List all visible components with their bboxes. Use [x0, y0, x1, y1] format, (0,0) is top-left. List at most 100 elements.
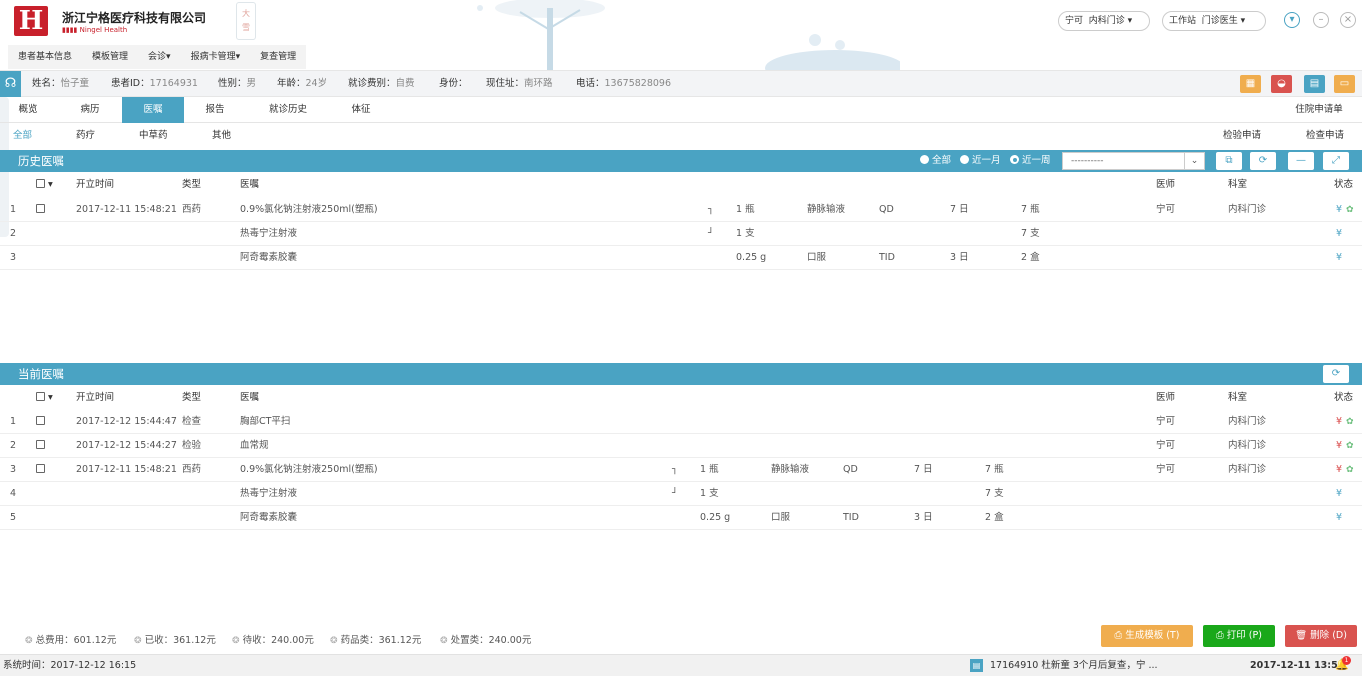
fee-status-icon: ¥ [1336, 228, 1343, 239]
period-select[interactable]: ---------- ⌄ [1062, 152, 1205, 170]
fee-status-icon: ¥ [1336, 252, 1343, 263]
order-name: 0.9%氯化钠注射液250ml(塑瓶) [240, 464, 378, 475]
order-frequency: TID [879, 252, 895, 263]
nav-template-manage[interactable]: 模板管理 [82, 45, 138, 69]
patient-info-bar: ☊ 姓名：怡子童 患者ID：17164931 性别：男 年龄：24岁 就诊费别：… [0, 70, 1362, 97]
tab-medical-record[interactable]: 病历 [71, 97, 109, 123]
minimize-icon[interactable]: – [1313, 12, 1329, 28]
radio-all[interactable]: 全部 [920, 150, 951, 172]
print-button[interactable]: ⎙ 打印 (P) [1203, 625, 1275, 647]
select-all-checkbox[interactable]: ▾ [36, 386, 53, 410]
order-dose: 0.25 g [700, 512, 731, 523]
printer-icon: ⎙ [1216, 630, 1224, 641]
delete-button[interactable]: 🗑 删除 (D) [1285, 625, 1357, 647]
radio-last-week[interactable]: 近一周 [1010, 150, 1051, 172]
refresh-icon[interactable]: ⟳ [1323, 365, 1349, 383]
row-checkbox[interactable] [36, 434, 45, 458]
calendar-icon[interactable]: ▦ [1240, 75, 1261, 93]
filter-medication[interactable]: 药疗 [76, 124, 95, 148]
nav-consultation[interactable]: 会诊▾ [138, 45, 181, 69]
patient-icon[interactable]: ☊ [0, 71, 21, 97]
table-row[interactable]: 2 热毒宁注射液 ┘ 1 支 7 支 ¥ [0, 222, 1362, 246]
company-subtitle: ▮▮▮▮ Ningel Health [62, 26, 128, 34]
table-row[interactable]: 5 阿奇霉素胶囊 0.25 g 口服 TID 3 日 2 盒 ¥ [0, 506, 1362, 530]
order-type: 检验 [182, 440, 202, 451]
expand-icon[interactable]: ⤢ [1323, 152, 1349, 170]
order-time: 2017-12-12 15:44:27 [76, 440, 177, 451]
table-row[interactable]: 1 2017-12-11 15:48:21 西药 0.9%氯化钠注射液250ml(塑瓶… [0, 198, 1362, 222]
tab-vitals[interactable]: 体征 [343, 97, 379, 123]
sign-status-icon: ✿ [1346, 205, 1354, 215]
generate-template-button[interactable]: ⎙ 生成模板 (T) [1101, 625, 1193, 647]
folder-icon[interactable]: ▭ [1334, 75, 1355, 93]
order-frequency: QD [843, 464, 858, 475]
order-doctor: 宁可 [1156, 204, 1176, 215]
order-name: 胸部CT平扫 [240, 416, 291, 427]
filter-herbal[interactable]: 中草药 [139, 124, 168, 148]
order-type: 西药 [182, 464, 202, 475]
close-icon[interactable]: × [1340, 12, 1356, 28]
coin-icon: ❂ [25, 636, 33, 646]
nav-patient-info[interactable]: 患者基本信息 [8, 45, 82, 69]
order-total: 7 瓶 [1021, 204, 1040, 215]
lab-request-link[interactable]: 检验申请 [1223, 124, 1261, 148]
fee-status-icon: ¥ [1336, 512, 1343, 523]
message-icon[interactable]: ▤ [970, 659, 983, 672]
table-row[interactable]: 2 2017-12-12 15:44:27 检验 血常规 宁可 内科门诊 ¥ ✿ [0, 434, 1362, 458]
filter-other[interactable]: 其他 [212, 124, 231, 148]
copy-icon[interactable]: ⧉ [1216, 152, 1242, 170]
order-department: 内科门诊 [1228, 204, 1267, 215]
order-name: 阿奇霉素胶囊 [240, 512, 298, 523]
order-time: 2017-12-11 15:48:21 [76, 204, 177, 215]
order-type: 检查 [182, 416, 202, 427]
tab-orders[interactable]: 医嘱 [122, 97, 184, 123]
table-row[interactable]: 4 热毒宁注射液 ┘ 1 支 7 支 ¥ [0, 482, 1362, 506]
row-checkbox[interactable] [36, 410, 45, 434]
order-department: 内科门诊 [1228, 464, 1267, 475]
history-table-header: ▾ 开立时间 类型 医嘱 医师 科室 状态 [0, 173, 1362, 197]
fee-treatment: ❂ 处置类：240.00元 [440, 635, 532, 646]
review-notice[interactable]: 17164910 杜新童 3个月后复查，宁 ... [990, 655, 1158, 676]
patient-id: 患者ID：17164931 [111, 78, 198, 89]
radio-last-month[interactable]: 近一月 [960, 150, 1001, 172]
order-total: 2 盒 [985, 512, 1004, 523]
row-number: 1 [10, 204, 17, 215]
refresh-icon[interactable]: ⟳ [1250, 152, 1276, 170]
menu-down-icon[interactable]: ▾ [1284, 12, 1300, 28]
exam-request-link[interactable]: 检查申请 [1306, 124, 1344, 148]
row-checkbox[interactable] [36, 458, 45, 482]
tab-overview[interactable]: 概览 [9, 97, 47, 123]
nav-review-manage[interactable]: 复查管理 [250, 45, 306, 69]
current-orders-title: 当前医嘱 [18, 367, 64, 381]
filter-all[interactable]: 全部 [13, 124, 32, 148]
record-icon[interactable]: ▤ [1304, 75, 1325, 93]
main-tabs: 概览 病历 医嘱 报告 就诊历史 体征 住院申请单 [0, 97, 1362, 123]
collapse-icon[interactable]: — [1288, 152, 1314, 170]
nav-report-card[interactable]: 报病卡管理▾ [181, 45, 251, 69]
order-days: 3 日 [950, 252, 969, 263]
patient-phone: 电话：13675828096 [576, 78, 672, 89]
inpatient-request-link[interactable]: 住院申请单 [1286, 97, 1352, 123]
row-number: 5 [10, 512, 17, 523]
patient-fee-type: 就诊费别：自费 [348, 78, 415, 89]
order-filter-tabs: 全部 药疗 中草药 其他 检验申请 检查申请 [0, 124, 1362, 148]
order-department: 内科门诊 [1228, 416, 1267, 427]
select-all-checkbox[interactable]: ▾ [36, 173, 53, 197]
workstation-dropdown[interactable]: 工作站 门诊医生 ▾ [1162, 11, 1266, 31]
tab-report[interactable]: 报告 [196, 97, 234, 123]
order-name: 热毒宁注射液 [240, 228, 298, 239]
user-dept-dropdown[interactable]: 宁可 内科门诊 ▾ [1058, 11, 1150, 31]
order-dose: 1 瓶 [736, 204, 755, 215]
table-row[interactable]: 3 阿奇霉素胶囊 0.25 g 口服 TID 3 日 2 盒 ¥ [0, 246, 1362, 270]
order-total: 7 支 [1021, 228, 1040, 239]
template-icon: ⎙ [1114, 630, 1123, 641]
tab-visit-history[interactable]: 就诊历史 [260, 97, 316, 123]
fee-status-icon: ¥ [1336, 488, 1343, 499]
table-row[interactable]: 1 2017-12-12 15:44:47 检查 胸部CT平扫 宁可 内科门诊 ¥ ✿ [0, 410, 1362, 434]
coin-icon: ❂ [134, 636, 142, 646]
row-checkbox[interactable] [36, 198, 45, 222]
table-row[interactable]: 3 2017-12-11 15:48:21 西药 0.9%氯化钠注射液250ml(塑瓶… [0, 458, 1362, 482]
order-name: 阿奇霉素胶囊 [240, 252, 298, 263]
order-doctor: 宁可 [1156, 416, 1176, 427]
mask-icon[interactable]: ◒ [1271, 75, 1292, 93]
